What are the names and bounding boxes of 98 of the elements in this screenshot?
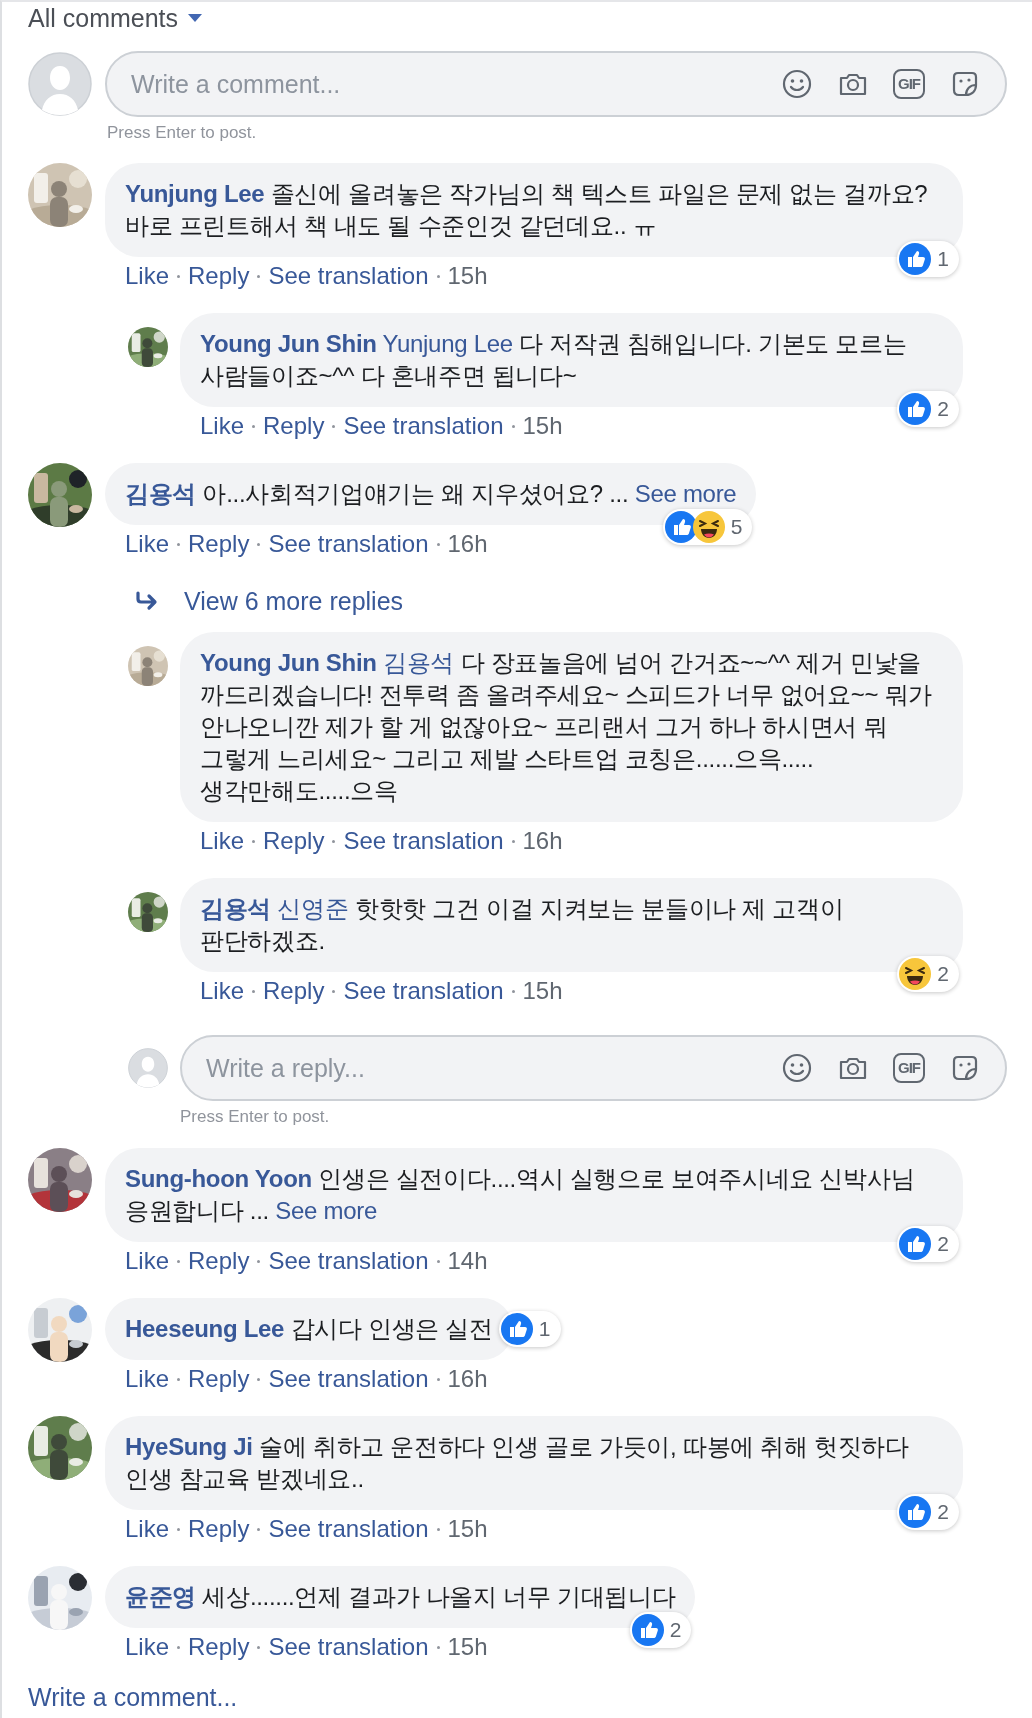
thumbs-up-icon xyxy=(899,1496,932,1528)
reaction-badge[interactable]: 2 xyxy=(897,391,959,427)
action-link[interactable]: Reply xyxy=(263,825,325,857)
thumbs-up-icon xyxy=(500,1313,533,1345)
action-link[interactable]: Reply xyxy=(188,1363,250,1395)
reaction-badge[interactable]: 5 xyxy=(662,509,753,545)
write-comment-link[interactable]: Write a comment... xyxy=(28,1681,238,1713)
comment-text: Young Jun Shin Yunjung Lee 다 저작권 침해입니다. 기본도 모르는 사람들이죠~^^ 다 혼내주면 됩니다~ xyxy=(200,329,908,391)
hint-text: Press Enter to post. xyxy=(107,123,258,143)
author-link[interactable]: Sung-hoon Yoon xyxy=(125,1165,312,1192)
laughing-face-icon xyxy=(692,511,725,543)
mention-link[interactable]: Yunjung Lee xyxy=(382,330,513,357)
smiley-icon[interactable] xyxy=(781,68,813,100)
timestamp: 15h xyxy=(522,411,563,441)
reaction-count: 2 xyxy=(937,396,949,422)
author-link[interactable]: Young Jun Shin xyxy=(200,330,377,357)
author-link[interactable]: HyeSung Ji xyxy=(125,1433,253,1460)
smiley-icon[interactable] xyxy=(781,1052,813,1084)
action-link[interactable]: Reply xyxy=(263,410,325,442)
action-link[interactable]: Like xyxy=(200,825,245,857)
reaction-count: 2 xyxy=(937,1499,949,1525)
timestamp: 15h xyxy=(447,1514,488,1544)
reaction-badge[interactable]: 1 xyxy=(498,1311,561,1347)
thumbs-up-icon xyxy=(664,511,697,543)
action-link[interactable]: See translation xyxy=(343,825,504,857)
action-link[interactable]: Reply xyxy=(263,975,325,1007)
mention-link[interactable]: 김용석 xyxy=(383,649,455,676)
action-link[interactable]: Reply xyxy=(188,528,250,560)
action-link[interactable]: Like xyxy=(125,528,170,560)
comment-text: Young Jun Shin 김용석 다 장표놀음에 넘어 간거죠~~^^ 제거 민낯을 까드리겠습니다! 전투력 좀 올려주세요~ 스피드가 너무 없어요~~ 뭐가 안나오니깐 제가 할 게 없잖아요~ 프리랜서 그거 하나 하시면서 뭐 그렇게 느리세요~ 그리고 제발 스타트업 코칭은......으윽..... 생각만해도.....으윽 xyxy=(200,648,933,806)
timestamp: 14h xyxy=(447,1246,488,1276)
action-link[interactable]: Like xyxy=(125,1631,170,1663)
comment-text: Sung-hoon Yoon 인생은 실전이다....역시 실행으로 보여주시네요 신박사님 응원합니다 ... See more xyxy=(125,1164,916,1226)
sort-label[interactable]: All comments xyxy=(28,3,179,33)
comment-text: 윤준영 세상.......언제 결과가 나올지 너무 기대됩니다 xyxy=(125,1582,676,1612)
reaction-count: 2 xyxy=(937,961,949,987)
action-link[interactable]: See translation xyxy=(268,260,429,292)
author-link[interactable]: Yunjung Lee xyxy=(125,180,265,207)
timestamp: 16h xyxy=(522,826,563,856)
reaction-badge[interactable]: 2 xyxy=(629,1612,692,1648)
reply-field[interactable]: Write a reply... GIF xyxy=(180,1035,1007,1101)
thumbs-up-icon xyxy=(899,393,932,425)
default-avatar-icon xyxy=(128,1048,168,1088)
thumbs-up-icon xyxy=(899,243,932,275)
action-link[interactable]: Like xyxy=(125,1513,170,1545)
action-link[interactable]: See translation xyxy=(268,1513,429,1545)
hint-text: Press Enter to post. xyxy=(180,1107,331,1127)
timestamp: 16h xyxy=(447,1364,488,1394)
gif-button[interactable]: GIF xyxy=(893,69,925,99)
timestamp: 15h xyxy=(522,976,563,1006)
author-link[interactable]: 윤준영 xyxy=(125,1583,197,1610)
action-link[interactable]: Like xyxy=(200,975,245,1007)
comment-text: 김용석 신영준 핫핫핫 그건 이걸 지켜보는 분들이나 제 고객이 판단하겠죠. xyxy=(200,894,845,956)
timestamp: 16h xyxy=(447,529,488,559)
action-link[interactable]: See translation xyxy=(343,410,504,442)
action-link[interactable]: Reply xyxy=(188,1631,250,1663)
action-link[interactable]: See translation xyxy=(268,1631,429,1663)
reaction-badge[interactable]: 1 xyxy=(897,241,959,277)
thumbs-up-icon xyxy=(899,1228,932,1260)
action-link[interactable]: See translation xyxy=(343,975,504,1007)
reaction-badge[interactable]: 2 xyxy=(897,956,959,992)
reaction-count: 2 xyxy=(937,1231,949,1257)
view-more-replies-link[interactable]: View 6 more replies xyxy=(184,585,404,617)
author-link[interactable]: Young Jun Shin xyxy=(200,649,377,676)
comment-text: HyeSung Ji 술에 취하고 운전하다 인생 골로 가듯이, 따봉에 취해 헛짓하다 인생 참교육 받겠네요.. xyxy=(125,1432,910,1494)
action-link[interactable]: See translation xyxy=(268,1363,429,1395)
action-link[interactable]: Like xyxy=(200,410,245,442)
action-link[interactable]: Reply xyxy=(188,260,250,292)
see-more-link[interactable]: See more xyxy=(634,480,737,507)
action-link[interactable]: Like xyxy=(125,260,170,292)
timestamp: 15h xyxy=(447,1632,488,1662)
action-link[interactable]: See translation xyxy=(268,1245,429,1277)
thumbs-up-icon xyxy=(631,1614,664,1646)
comment-field[interactable]: Write a comment... GIF xyxy=(105,51,1007,117)
mention-link[interactable]: 신영준 xyxy=(277,895,349,922)
timestamp: 15h xyxy=(447,261,488,291)
comment-text: Heeseung Lee 갑시다 인생은 실전 xyxy=(125,1314,493,1344)
reaction-badge[interactable]: 2 xyxy=(897,1494,959,1530)
default-avatar-icon xyxy=(28,52,92,116)
action-link[interactable]: Reply xyxy=(188,1513,250,1545)
action-link[interactable]: See translation xyxy=(268,528,429,560)
caret-icon[interactable] xyxy=(188,13,203,23)
author-link[interactable]: 김용석 xyxy=(200,895,272,922)
author-link[interactable]: Heeseung Lee xyxy=(125,1315,285,1342)
action-link[interactable]: Like xyxy=(125,1245,170,1277)
gif-button[interactable]: GIF xyxy=(893,1053,925,1083)
author-link[interactable]: 김용석 xyxy=(125,480,197,507)
reaction-count: 5 xyxy=(730,514,743,540)
reaction-count: 2 xyxy=(669,1617,682,1643)
reaction-count: 1 xyxy=(937,246,949,272)
action-link[interactable]: Like xyxy=(125,1363,170,1395)
reaction-badge[interactable]: 2 xyxy=(897,1226,959,1262)
action-link[interactable]: Reply xyxy=(188,1245,250,1277)
see-more-link[interactable]: See more xyxy=(275,1197,377,1224)
comment-text: Yunjung Lee 졸신에 올려놓은 작가님의 책 텍스트 파일은 문제 없는 걸까요? 바로 프린트해서 책 내도 될 수준인것 같던데요.. ㅠ xyxy=(125,179,929,241)
reaction-count: 1 xyxy=(538,1316,551,1342)
comment-text: 김용석 아...사회적기업얘기는 왜 지우셨어요? ... See more xyxy=(125,479,737,509)
laughing-face-icon xyxy=(899,958,932,990)
